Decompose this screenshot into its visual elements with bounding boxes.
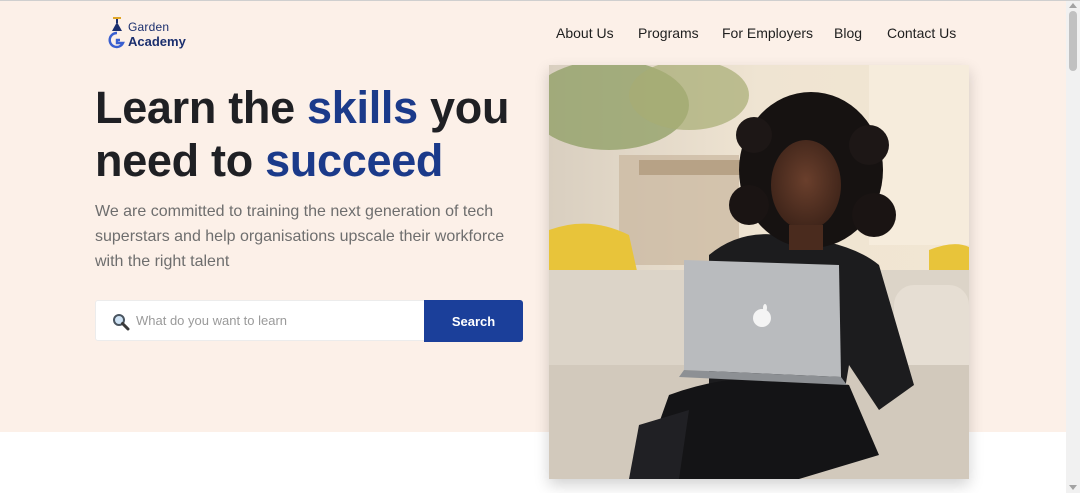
scroll-up-arrow-icon[interactable] (1069, 3, 1077, 8)
nav-for-employers[interactable]: For Employers (722, 25, 813, 41)
nav-about-us[interactable]: About Us (556, 25, 614, 41)
hero-photo-illustration (549, 65, 969, 479)
hero-photo-woman-with-laptop (549, 65, 969, 479)
garden-academy-logo[interactable]: Garden Academy (108, 17, 198, 51)
logo-text-academy: Academy (128, 34, 186, 49)
search-icon (113, 314, 130, 331)
headline-accent-succeed: succeed (265, 135, 444, 186)
logo-text-garden: Garden (128, 20, 170, 34)
scrollbar-thumb[interactable] (1069, 11, 1077, 71)
vertical-scrollbar[interactable] (1066, 1, 1080, 493)
hero-subtitle: We are committed to training the next ge… (95, 203, 505, 270)
scroll-down-arrow-icon[interactable] (1069, 485, 1077, 490)
headline-text: Learn the (95, 82, 308, 133)
search-input[interactable] (136, 301, 421, 340)
search-button[interactable]: Search (424, 300, 523, 342)
hero-headline: Learn the skills you need to succeed (95, 81, 545, 187)
nav-blog[interactable]: Blog (834, 25, 862, 41)
nav-contact-us[interactable]: Contact Us (887, 25, 956, 41)
headline-accent-skills: skills (307, 82, 418, 133)
search-bar: Search (95, 300, 523, 342)
logo-mark-icon (108, 17, 125, 49)
nav-programs[interactable]: Programs (638, 25, 699, 41)
